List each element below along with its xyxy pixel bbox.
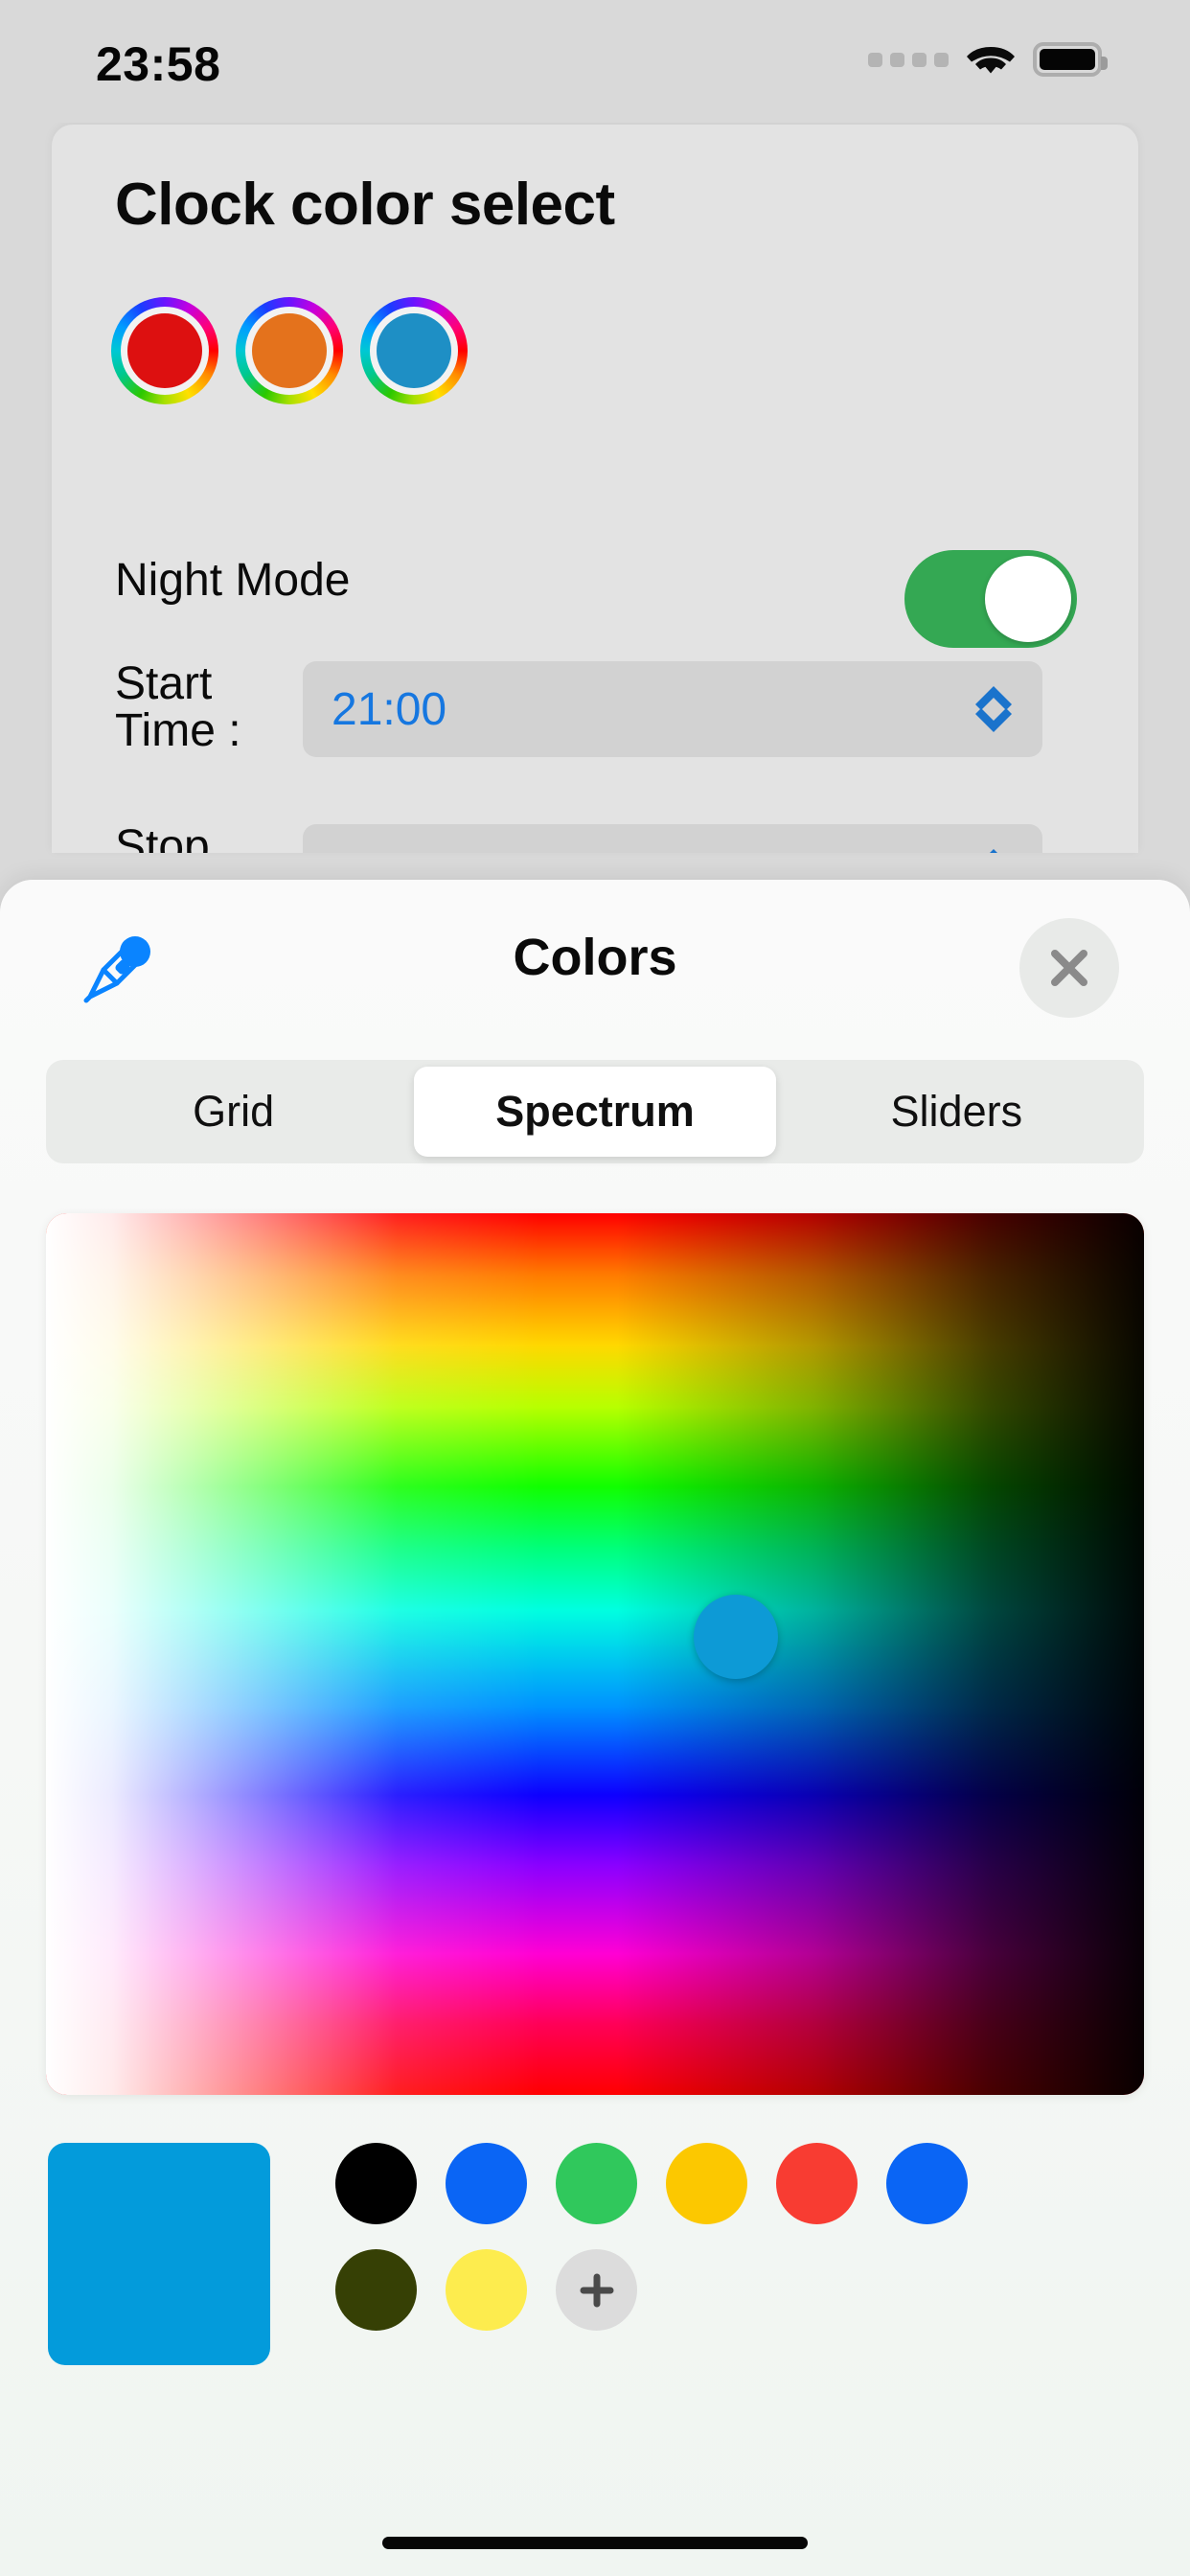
- color-well-ring: [245, 307, 333, 395]
- signal-dot: [912, 52, 927, 67]
- status-bar-indicators: [868, 40, 1108, 79]
- start-time-label: Start Time :: [115, 658, 241, 756]
- swatch-blue-2[interactable]: [886, 2143, 968, 2224]
- plus-icon: [580, 2273, 613, 2307]
- app-content-card: Clock color select Night Mode Start Time…: [52, 125, 1138, 853]
- stepper-chevron-icon[interactable]: [972, 843, 1016, 853]
- phone-screen: 23:58 Clock color select Night Mode Star…: [0, 0, 1190, 2576]
- color-well-blue[interactable]: [360, 297, 468, 404]
- night-mode-toggle[interactable]: [904, 550, 1077, 648]
- status-bar-time: 23:58: [96, 37, 221, 91]
- swatch-gold[interactable]: [666, 2143, 747, 2224]
- swatch-area: [0, 2126, 1190, 2442]
- close-icon: [1051, 950, 1087, 986]
- swatch-blue[interactable]: [446, 2143, 527, 2224]
- status-bar: 23:58: [0, 0, 1190, 123]
- toggle-knob: [985, 556, 1071, 642]
- swatch-grid: [335, 2143, 1159, 2331]
- swatch-row-2: [335, 2249, 1159, 2331]
- swatch-green[interactable]: [556, 2143, 637, 2224]
- stop-time-value: 06:00: [303, 846, 446, 854]
- spectrum-color-field[interactable]: [46, 1213, 1144, 2095]
- tab-spectrum[interactable]: Spectrum: [414, 1067, 776, 1157]
- color-picker-title: Colors: [513, 929, 677, 986]
- color-well-ring: [370, 307, 458, 395]
- stop-time-field[interactable]: 06:00: [303, 824, 1042, 853]
- tab-sliders[interactable]: Sliders: [776, 1067, 1137, 1157]
- color-well-core: [377, 313, 451, 388]
- signal-dot: [934, 52, 949, 67]
- cellular-signal-icon: [868, 52, 949, 67]
- start-time-value: 21:00: [332, 683, 447, 735]
- color-well-orange[interactable]: [236, 297, 343, 404]
- swatch-row-1: [335, 2143, 1159, 2224]
- night-mode-label: Night Mode: [115, 555, 351, 606]
- swatch-olive[interactable]: [335, 2249, 417, 2331]
- signal-dot: [890, 52, 904, 67]
- swatch-black[interactable]: [335, 2143, 417, 2224]
- swatch-light-yellow[interactable]: [446, 2249, 527, 2331]
- battery-icon: [1033, 42, 1108, 77]
- color-well-core: [127, 313, 202, 388]
- start-time-row: Start Time : 21:00: [52, 658, 1138, 757]
- color-picker-sheet: Colors Grid Spectrum Sliders: [0, 880, 1190, 2576]
- battery-cap: [1101, 57, 1108, 70]
- battery-fill: [1040, 49, 1095, 70]
- stop-time-label: Stop Time :: [115, 821, 210, 853]
- stepper-chevron-icon[interactable]: [972, 680, 1016, 738]
- add-swatch-button[interactable]: [556, 2249, 637, 2331]
- page-title: Clock color select: [115, 172, 615, 238]
- spectrum-cursor[interactable]: [693, 1594, 778, 1679]
- tab-spectrum-label: Spectrum: [495, 1087, 695, 1136]
- color-well-red[interactable]: [111, 297, 218, 404]
- tab-grid-label: Grid: [193, 1087, 275, 1136]
- color-well-core: [252, 313, 327, 388]
- close-button[interactable]: [1019, 918, 1119, 1018]
- clock-color-wells: [111, 297, 468, 404]
- color-well-ring: [121, 307, 209, 395]
- start-time-field[interactable]: 21:00: [303, 661, 1042, 757]
- home-indicator: [382, 2537, 808, 2549]
- wifi-icon: [967, 47, 1015, 74]
- signal-dot: [868, 52, 882, 67]
- selected-color-preview: [48, 2143, 270, 2365]
- spectrum-brightness-layer: [46, 1213, 1144, 2095]
- picker-mode-segmented-control[interactable]: Grid Spectrum Sliders: [46, 1060, 1144, 1163]
- swatch-red[interactable]: [776, 2143, 858, 2224]
- tab-sliders-label: Sliders: [890, 1087, 1023, 1136]
- color-picker-header: Colors: [0, 880, 1190, 1052]
- tab-grid[interactable]: Grid: [53, 1067, 414, 1157]
- stop-time-row: Stop Time : 06:00: [52, 821, 1138, 853]
